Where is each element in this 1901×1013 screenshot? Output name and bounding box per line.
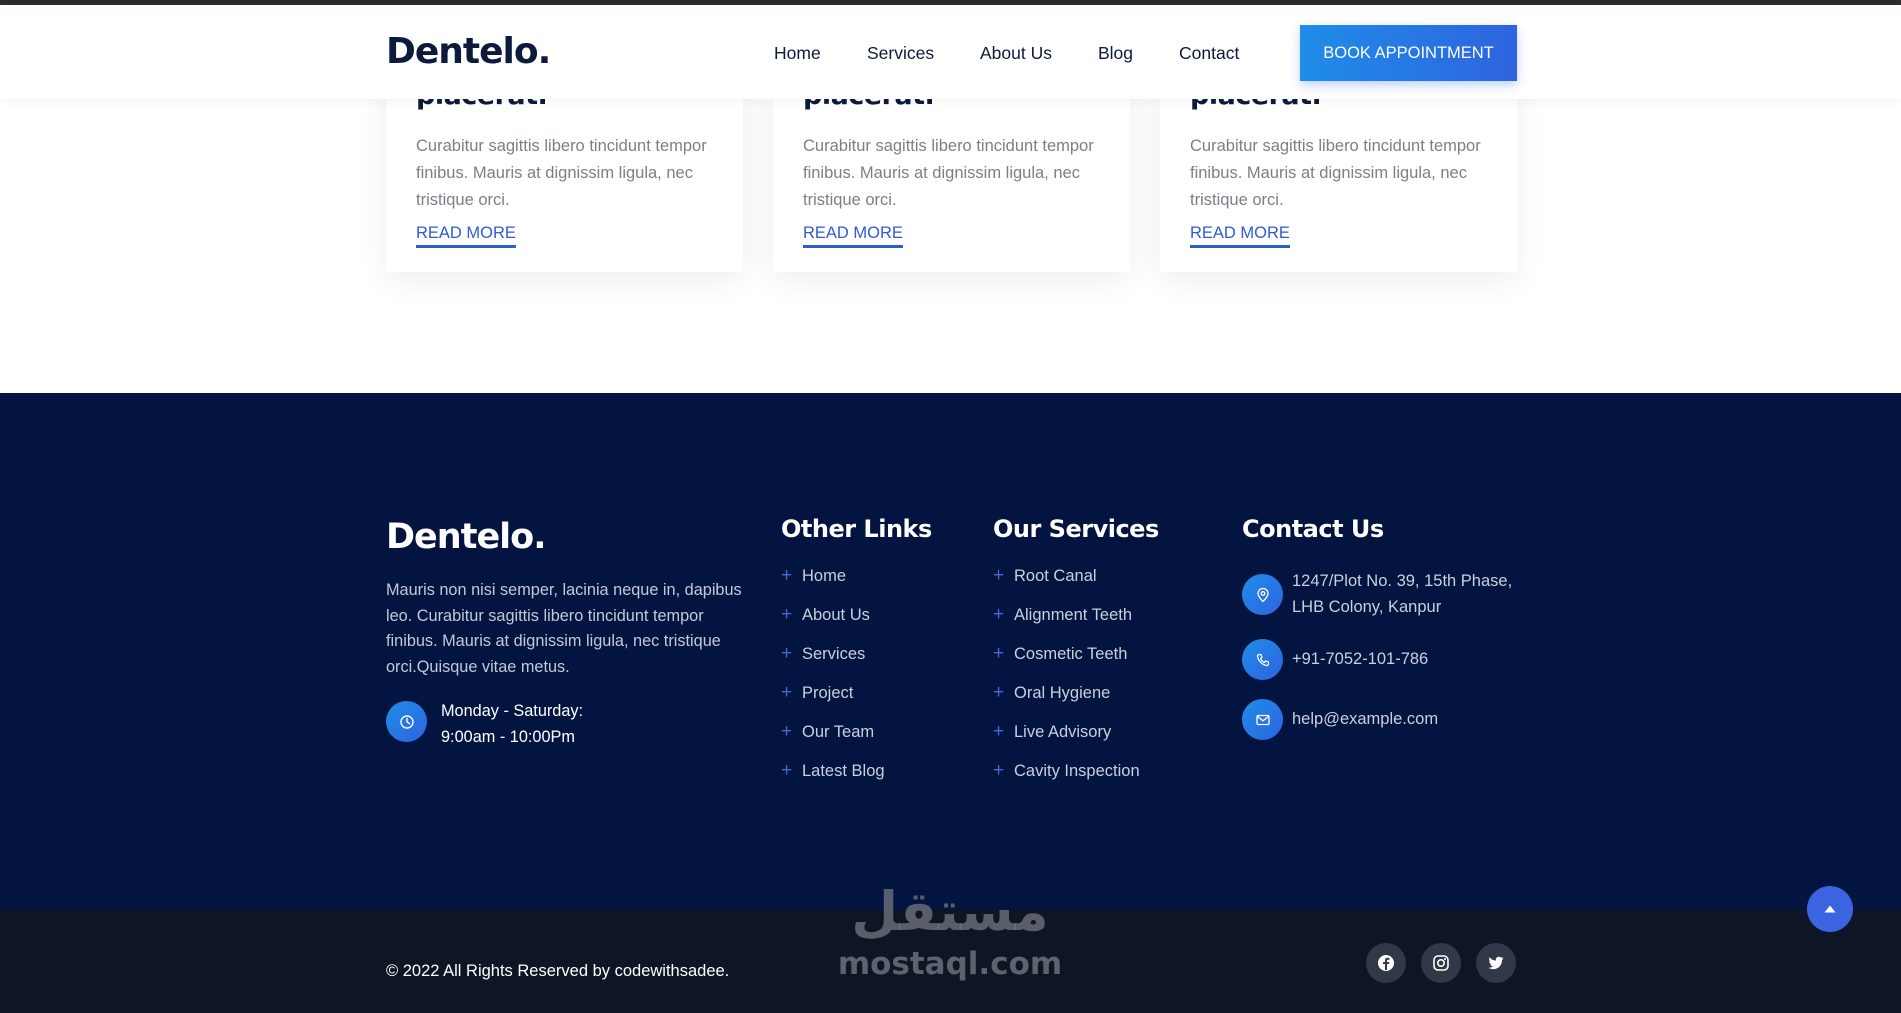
footer-link-latest-blog[interactable]: + Latest Blog <box>781 760 885 801</box>
phone-icon <box>1242 639 1283 680</box>
book-appointment-button[interactable]: BOOK APPOINTMENT <box>1300 25 1517 81</box>
copyright-text: © 2022 All Rights Reserved by codewithsa… <box>386 962 730 980</box>
read-more-link[interactable]: READ MORE <box>803 224 903 248</box>
footer-description: Mauris non nisi semper, lacinia neque in… <box>386 581 742 677</box>
service-link-root-canal[interactable]: + Root Canal <box>993 565 1140 606</box>
read-more-link[interactable]: READ MORE <box>1190 224 1290 248</box>
hours-time: 9:00am - 10:00Pm <box>441 728 575 746</box>
instagram-icon[interactable] <box>1421 943 1461 983</box>
service-link-cosmetic-teeth[interactable]: + Cosmetic Teeth <box>993 643 1140 684</box>
twitter-icon[interactable] <box>1476 943 1516 983</box>
plus-icon: + <box>993 604 1005 625</box>
plus-icon: + <box>781 604 793 625</box>
mostaql-watermark: مستقل mostaql.com <box>834 880 1066 998</box>
other-links-list: + Home + About Us + Services + Project + Our … <box>781 565 885 801</box>
clock-icon <box>386 701 427 742</box>
service-link-alignment-teeth[interactable]: + Alignment Teeth <box>993 604 1140 645</box>
footer-link-services[interactable]: + Services <box>781 643 885 684</box>
footer-logo[interactable]: Dentelo. <box>386 517 547 557</box>
plus-icon: + <box>781 643 793 664</box>
site-logo[interactable]: Dentelo. <box>386 31 551 72</box>
caret-up-icon <box>1824 905 1836 913</box>
plus-icon: + <box>993 760 1005 781</box>
service-link-live-advisory[interactable]: + Live Advisory <box>993 721 1140 762</box>
plus-icon: + <box>993 721 1005 742</box>
watermark-arabic: مستقل <box>851 880 1049 943</box>
site-footer: Dentelo. Mauris non nisi semper, lacinia… <box>0 393 1901 910</box>
plus-icon: + <box>993 565 1005 586</box>
mail-icon <box>1242 699 1283 740</box>
card-text: Curabitur sagittis libero tincidunt temp… <box>1190 137 1481 209</box>
other-links-heading: Other Links <box>781 515 932 543</box>
contact-phone-link[interactable]: +91-7052-101-786 <box>1292 646 1428 672</box>
card-text: Curabitur sagittis libero tincidunt temp… <box>416 137 707 209</box>
nav-about-us[interactable]: About Us <box>980 43 1052 64</box>
footer-link-our-team[interactable]: + Our Team <box>781 721 885 762</box>
nav-contact[interactable]: Contact <box>1179 43 1239 64</box>
service-link-oral-hygiene[interactable]: + Oral Hygiene <box>993 682 1140 723</box>
nav-services[interactable]: Services <box>867 43 934 64</box>
opening-hours: Monday - Saturday: 9:00am - 10:00Pm <box>441 698 583 750</box>
location-pin-icon <box>1242 574 1283 615</box>
plus-icon: + <box>781 682 793 703</box>
card-text: Curabitur sagittis libero tincidunt temp… <box>803 137 1094 209</box>
facebook-icon[interactable] <box>1366 943 1406 983</box>
footer-link-home[interactable]: + Home <box>781 565 885 606</box>
plus-icon: + <box>781 565 793 586</box>
hours-days: Monday - Saturday: <box>441 702 584 720</box>
nav-blog[interactable]: Blog <box>1098 43 1133 64</box>
our-services-heading: Our Services <box>993 515 1159 543</box>
contact-address: 1247/Plot No. 39, 15th Phase, LHB Colony… <box>1292 572 1513 616</box>
our-services-list: + Root Canal + Alignment Teeth + Cosmetic T… <box>993 565 1140 801</box>
contact-email-link[interactable]: help@example.com <box>1292 706 1438 732</box>
plus-icon: + <box>993 682 1005 703</box>
nav-home[interactable]: Home <box>774 43 821 64</box>
plus-icon: + <box>781 760 793 781</box>
footer-link-project[interactable]: + Project <box>781 682 885 723</box>
read-more-link[interactable]: READ MORE <box>416 224 516 248</box>
site-header: Dentelo. Home Services About Us Blog Con… <box>0 5 1901 99</box>
footer-link-about-us[interactable]: + About Us <box>781 604 885 645</box>
scroll-to-top-button[interactable] <box>1807 886 1853 932</box>
contact-us-heading: Contact Us <box>1242 515 1384 543</box>
service-link-cavity-inspection[interactable]: + Cavity Inspection <box>993 760 1140 801</box>
watermark-latin: mostaql.com <box>837 946 1063 982</box>
plus-icon: + <box>781 721 793 742</box>
plus-icon: + <box>993 643 1005 664</box>
